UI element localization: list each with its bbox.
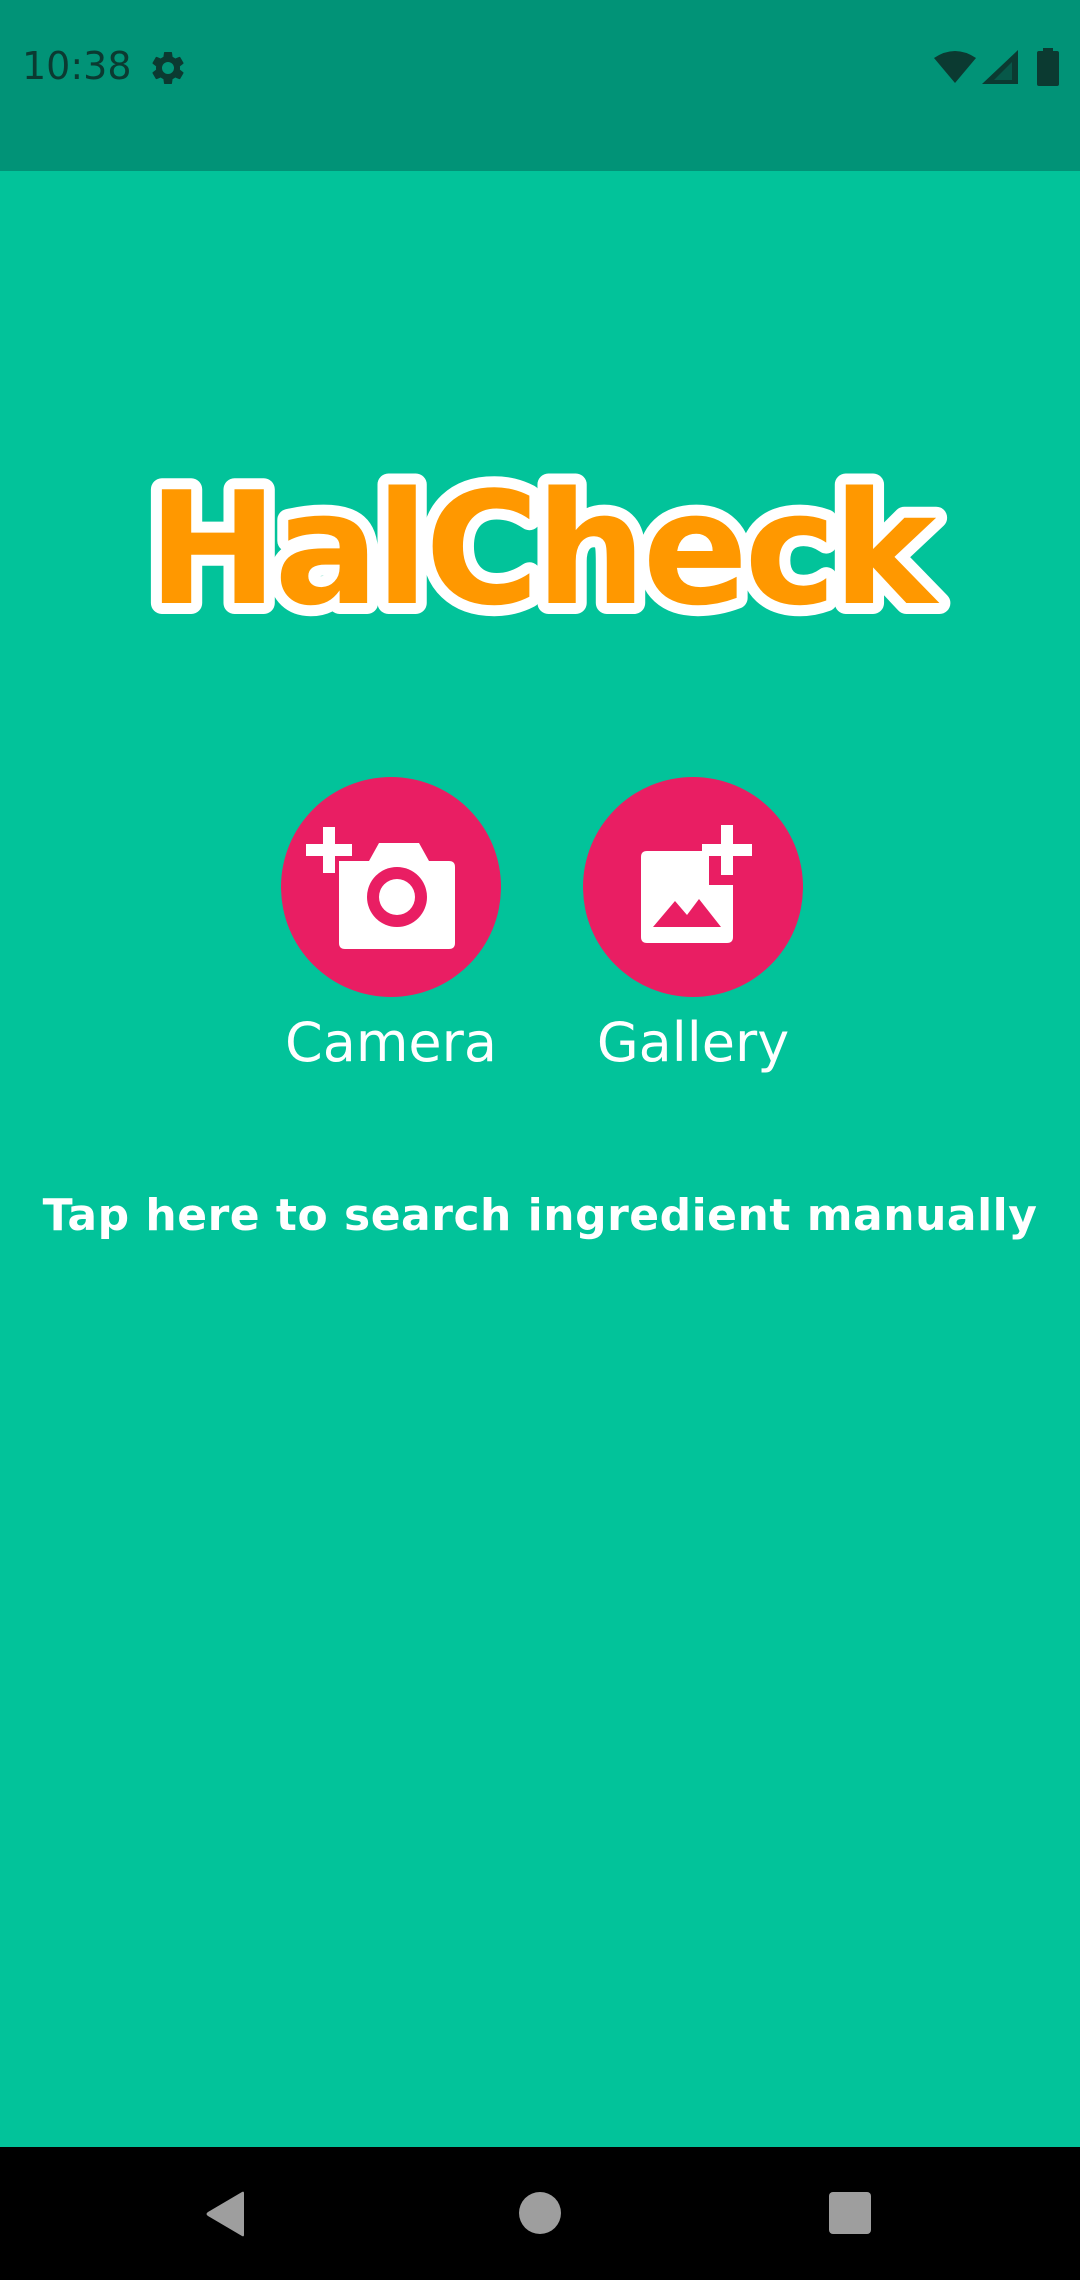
status-bar: 10:38 [0,0,1080,171]
gallery-label: Gallery [596,1011,790,1074]
status-time: 10:38 [22,44,132,88]
navigation-bar [0,2147,1080,2280]
app-logo: HalCheck HalCheck [137,447,955,640]
gallery-circle[interactable] [583,777,803,997]
add-photo-icon [641,825,752,943]
camera-label: Camera [285,1011,497,1074]
gear-icon [152,51,184,84]
svg-text:HalCheck: HalCheck [148,458,940,640]
signal-icon [982,50,1018,84]
recent-apps-icon[interactable] [829,2192,871,2234]
battery-icon [1037,48,1059,86]
camera-circle[interactable] [281,777,501,997]
home-icon[interactable] [519,2192,561,2234]
camera-button[interactable]: Camera [281,777,501,1077]
gallery-button[interactable]: Gallery [583,777,803,1077]
add-camera-icon [306,827,455,949]
wifi-icon [934,51,976,83]
manual-search-link[interactable]: Tap here to search ingredient manually [0,1190,1080,1241]
back-icon[interactable] [204,2191,248,2237]
